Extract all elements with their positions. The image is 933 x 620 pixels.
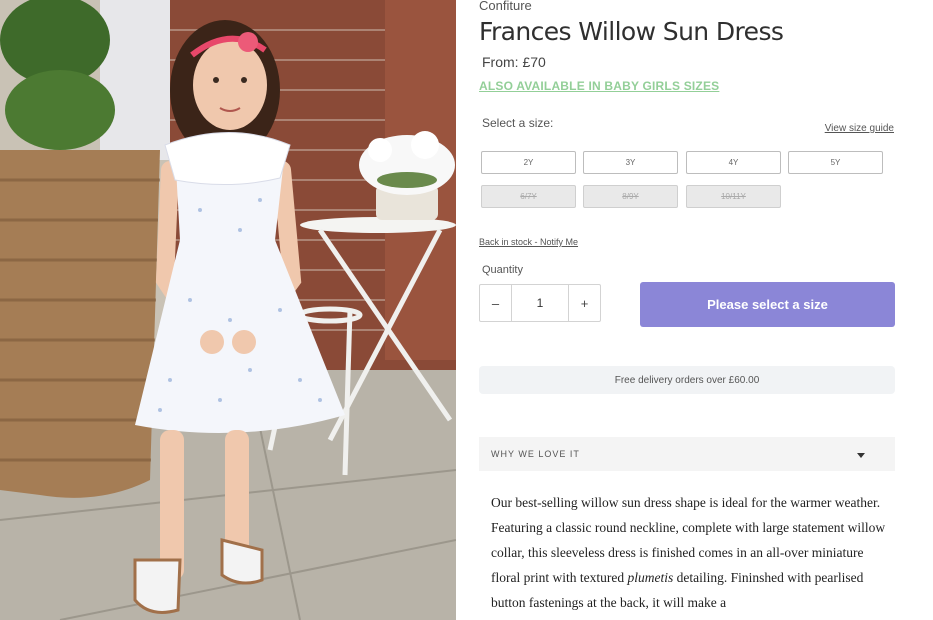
size-option-4y[interactable]: 4Y (686, 151, 781, 174)
size-option-8-9y-soldout[interactable]: 8/9Y (583, 185, 678, 208)
add-to-cart-button[interactable]: Please select a size (640, 282, 895, 327)
product-info: Confiture Frances Willow Sun Dress From:… (479, 0, 895, 620)
quantity-input[interactable]: 1 (511, 285, 569, 321)
size-option-6-7y-soldout[interactable]: 6/7Y (481, 185, 576, 208)
size-option-10-11y-soldout[interactable]: 10/11Y (686, 185, 781, 208)
product-title: Frances Willow Sun Dress (479, 17, 784, 46)
size-guide-link[interactable]: View size guide (825, 123, 894, 134)
accordion-title: WHY WE LOVE IT (491, 449, 580, 459)
brand-name[interactable]: Confiture (479, 0, 532, 13)
size-option-2y[interactable]: 2Y (481, 151, 576, 174)
quantity-label: Quantity (482, 264, 523, 276)
description-emphasis: plumetis (627, 570, 674, 585)
chevron-down-icon[interactable] (857, 453, 865, 458)
why-we-love-it-accordion[interactable]: WHY WE LOVE IT (479, 437, 895, 471)
size-option-3y[interactable]: 3Y (583, 151, 678, 174)
delivery-banner: Free delivery orders over £60.00 (479, 366, 895, 394)
quantity-decrement-button[interactable]: – (480, 285, 511, 321)
quantity-increment-button[interactable]: + (569, 285, 600, 321)
quantity-stepper: – 1 + (479, 284, 601, 322)
baby-sizes-link[interactable]: ALSO AVAILABLE IN BABY GIRLS SIZES (479, 79, 719, 93)
notify-me-link[interactable]: Back in stock - Notify Me (479, 237, 578, 247)
product-price: From: £70 (482, 54, 546, 70)
product-image[interactable] (0, 0, 456, 620)
size-option-5y[interactable]: 5Y (788, 151, 883, 174)
product-description: Our best-selling willow sun dress shape … (491, 490, 891, 615)
size-label: Select a size: (482, 116, 554, 130)
